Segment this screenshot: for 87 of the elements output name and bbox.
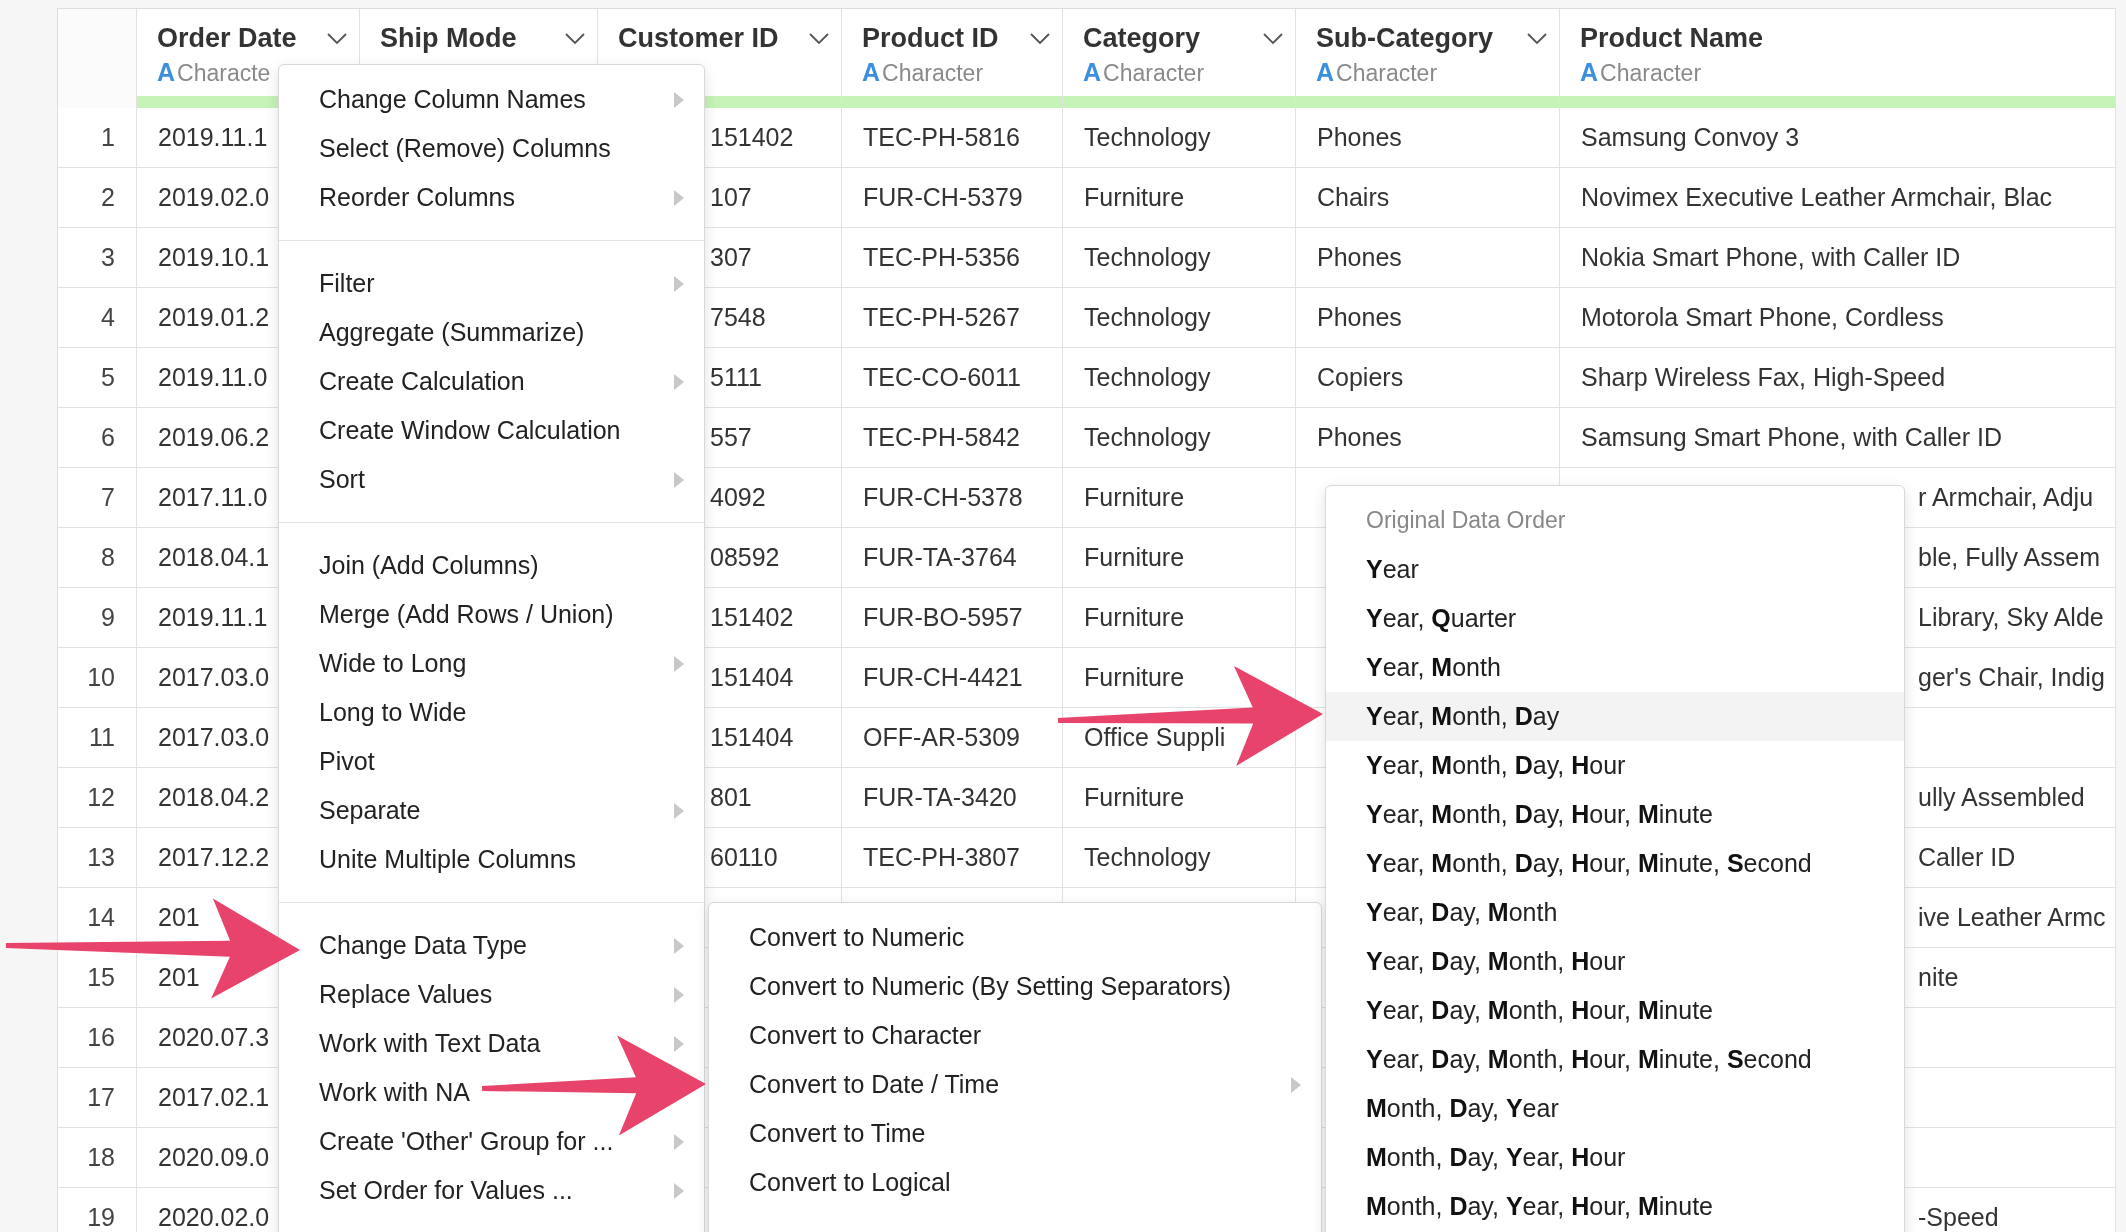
type-icon: A (862, 58, 881, 87)
column-name: Order Date (157, 23, 297, 54)
row-number: 6 (58, 408, 137, 468)
menu-item[interactable]: Convert to Character (709, 1011, 1321, 1060)
table-cell: Samsung Convoy 3 (1560, 108, 2116, 168)
column-name: Product Name (1580, 23, 1764, 54)
table-cell: Samsung Smart Phone, with Caller ID (1560, 408, 2116, 468)
row-number: 18 (58, 1128, 137, 1188)
column-name: Customer ID (618, 23, 779, 54)
table-cell: Technology (1063, 288, 1296, 348)
row-number: 10 (58, 648, 137, 708)
table-cell: Furniture (1063, 588, 1296, 648)
chevron-down-icon[interactable] (1030, 32, 1050, 45)
row-number: 1 (58, 108, 137, 168)
chevron-down-icon[interactable] (327, 32, 347, 45)
row-number: 19 (58, 1188, 137, 1232)
row-number: 11 (58, 708, 137, 768)
menu-item[interactable]: Convert to Date / Time (709, 1060, 1321, 1109)
row-number: 9 (58, 588, 137, 648)
chevron-down-icon[interactable] (565, 32, 585, 45)
table-cell: Phones (1296, 228, 1560, 288)
table-cell: Phones (1296, 288, 1560, 348)
table-cell: Furniture (1063, 468, 1296, 528)
column-name: Product ID (862, 23, 999, 54)
menu-item[interactable]: Convert to Time (709, 1109, 1321, 1158)
table-cell: FUR-TA-3764 (842, 528, 1063, 588)
table-cell: Copiers (1296, 348, 1560, 408)
column-name: Sub-Category (1316, 23, 1494, 54)
table-cell: Technology (1063, 828, 1296, 888)
menu-item[interactable]: Month, Day, Year, Hour, Minute (1326, 1182, 1904, 1231)
column-name: Ship Mode (380, 23, 517, 54)
table-cell: FUR-BO-5957 (842, 588, 1063, 648)
table-cell: Motorola Smart Phone, Cordless (1560, 288, 2116, 348)
table-cell: Phones (1296, 408, 1560, 468)
column-type: Character (882, 60, 984, 87)
menu-item[interactable]: Convert to Numeric (709, 913, 1321, 962)
menu-item[interactable]: Year, Day, Month, Hour, Minute, Second (1326, 1035, 1904, 1084)
row-number: 16 (58, 1008, 137, 1068)
menu-item[interactable]: Convert to Logical (709, 1158, 1321, 1207)
row-number: 4 (58, 288, 137, 348)
type-icon: A (1316, 58, 1335, 87)
table-cell: Furniture (1063, 768, 1296, 828)
chevron-down-icon[interactable] (809, 32, 829, 45)
chevron-down-icon[interactable] (1263, 32, 1283, 45)
row-number: 7 (58, 468, 137, 528)
table-cell: Technology (1063, 228, 1296, 288)
row-number: 12 (58, 768, 137, 828)
table-cell: Chairs (1296, 168, 1560, 228)
table-cell: TEC-PH-5267 (842, 288, 1063, 348)
table-cell: Technology (1063, 108, 1296, 168)
chevron-down-icon[interactable] (1527, 32, 1547, 45)
row-number: 17 (58, 1068, 137, 1128)
column-name: Category (1083, 23, 1201, 54)
table-cell: TEC-PH-5816 (842, 108, 1063, 168)
row-number: 5 (58, 348, 137, 408)
column-type: Character (1600, 60, 1702, 87)
table-cell: Furniture (1063, 168, 1296, 228)
table-cell: FUR-CH-5378 (842, 468, 1063, 528)
table-cell: TEC-PH-5842 (842, 408, 1063, 468)
type-icon: A (1580, 58, 1599, 87)
column-type: Characte (177, 60, 271, 87)
row-number: 8 (58, 528, 137, 588)
table-cell: TEC-CO-6011 (842, 348, 1063, 408)
type-icon: A (157, 58, 176, 87)
table-cell: FUR-CH-5379 (842, 168, 1063, 228)
table-cell: Phones (1296, 108, 1560, 168)
table-cell: Nokia Smart Phone, with Caller ID (1560, 228, 2116, 288)
menu-item[interactable]: Month, Day, Year (1326, 1084, 1904, 1133)
table-cell: Furniture (1063, 528, 1296, 588)
row-number: 2 (58, 168, 137, 228)
table-cell: Sharp Wireless Fax, High-Speed (1560, 348, 2116, 408)
table-cell: Technology (1063, 408, 1296, 468)
row-number: 3 (58, 228, 137, 288)
table-cell: TEC-PH-3807 (842, 828, 1063, 888)
table-cell: TEC-PH-5356 (842, 228, 1063, 288)
column-type: Character (1336, 60, 1438, 87)
column-type: Character (1103, 60, 1205, 87)
menu-item[interactable]: Month, Day, Year, Hour (1326, 1133, 1904, 1182)
table-cell: OFF-AR-5309 (842, 708, 1063, 768)
table-cell: Novimex Executive Leather Armchair, Blac (1560, 168, 2116, 228)
table-cell: FUR-TA-3420 (842, 768, 1063, 828)
menu-item[interactable]: Year, Month, Day (1326, 692, 1904, 741)
type-icon: A (1083, 58, 1102, 87)
table-cell: FUR-CH-4421 (842, 648, 1063, 708)
menu-item[interactable]: Convert to Numeric (By Setting Separators) (709, 962, 1321, 1011)
row-number: 13 (58, 828, 137, 888)
table-cell: Technology (1063, 348, 1296, 408)
